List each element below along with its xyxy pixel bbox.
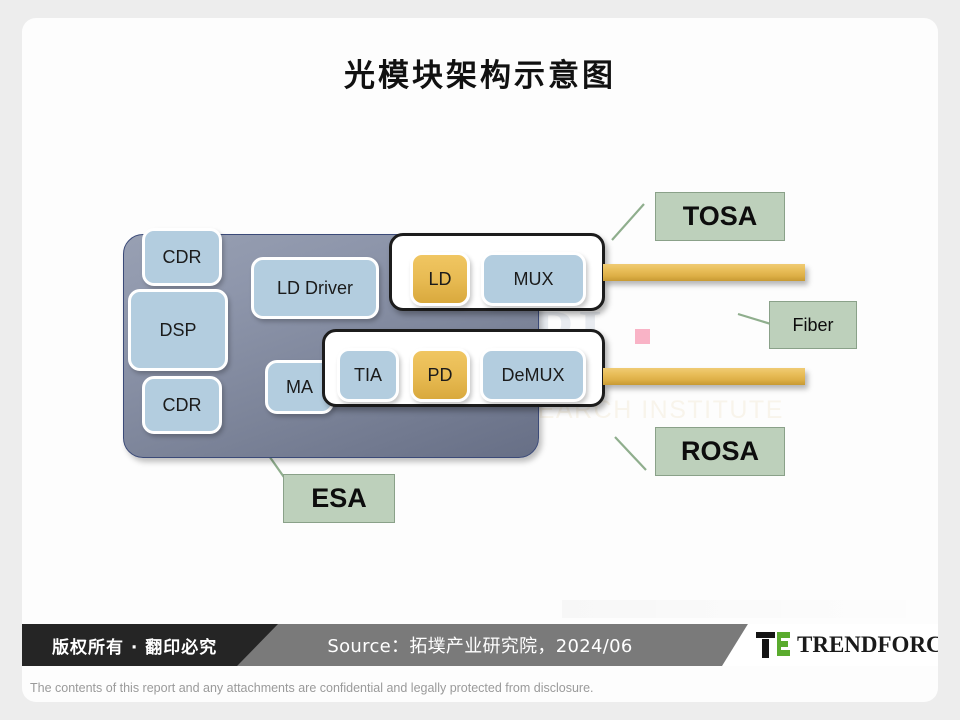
copyright-text: 版权所有 · 翻印必究 bbox=[52, 637, 218, 658]
disclaimer-text: The contents of this report and any atta… bbox=[30, 681, 594, 695]
chip-label: LD Driver bbox=[276, 277, 353, 298]
chip-label: MA bbox=[286, 376, 313, 397]
trendforce-logo: TRENDFORCE bbox=[722, 624, 938, 666]
trendforce-mark-icon bbox=[756, 632, 790, 658]
slide-canvas: 光模块架构示意图 拓墣 TRI TOPOLOGY RESEARCH INSTIT… bbox=[22, 18, 938, 702]
chip-demux: DeMUX bbox=[480, 348, 586, 402]
fiber-bar-tx bbox=[603, 264, 805, 281]
callout-fiber: Fiber bbox=[769, 301, 857, 349]
chip-label: DSP bbox=[159, 319, 197, 340]
footer-copyright-banner: 版权所有 · 翻印必究 bbox=[22, 624, 278, 666]
callout-label: Fiber bbox=[792, 314, 834, 335]
chip-label: DeMUX bbox=[501, 364, 565, 385]
callout-label: ESA bbox=[311, 483, 367, 513]
pink-marker bbox=[635, 329, 650, 344]
chip-ld: LD bbox=[410, 252, 470, 306]
chip-cdr-top: CDR bbox=[142, 228, 222, 286]
callout-tosa: TOSA bbox=[655, 192, 785, 241]
fiber-bar-rx bbox=[603, 368, 805, 385]
chip-dsp: DSP bbox=[128, 289, 228, 371]
chip-label: CDR bbox=[162, 246, 202, 267]
chip-cdr-bottom: CDR bbox=[142, 376, 222, 434]
brand-text: TRENDFORCE bbox=[797, 632, 938, 657]
callout-esa: ESA bbox=[283, 474, 395, 523]
chip-label: CDR bbox=[162, 394, 202, 415]
chip-label: LD bbox=[428, 268, 452, 289]
chip-pd: PD bbox=[410, 348, 470, 402]
callout-rosa: ROSA bbox=[655, 427, 785, 476]
chip-label: PD bbox=[427, 364, 453, 385]
page-title: 光模块架构示意图 bbox=[344, 58, 616, 94]
chip-tia: TIA bbox=[337, 348, 399, 402]
chip-mux: MUX bbox=[481, 252, 586, 306]
callout-label: TOSA bbox=[682, 201, 758, 231]
footer-shadow-band bbox=[562, 600, 938, 618]
source-text: Source：拓墣产业研究院，2024/06 bbox=[327, 636, 633, 657]
chip-label: TIA bbox=[353, 364, 382, 385]
chip-label: MUX bbox=[513, 268, 554, 289]
callout-label: ROSA bbox=[680, 436, 759, 466]
chip-ld-driver: LD Driver bbox=[251, 257, 379, 319]
